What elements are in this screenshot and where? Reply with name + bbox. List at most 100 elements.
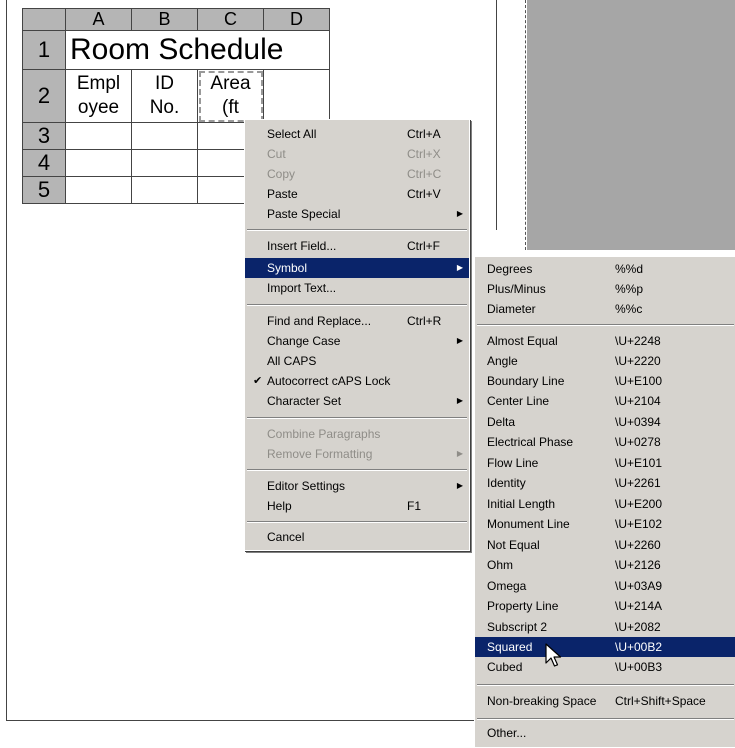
symbol-item-cubed[interactable]: Cubed \U+00B3 [475,657,735,677]
menu-item-shortcut: Ctrl+A [407,127,441,141]
col-header-a[interactable]: A [65,8,132,31]
symbol-item-plus-minus[interactable]: Plus/Minus %%p [475,279,735,299]
header-cell-d[interactable] [263,69,330,123]
menu-item-label: Select All [267,127,317,141]
menu-item-label: All CAPS [267,354,317,368]
symbol-item-diameter[interactable]: Diameter %%c [475,299,735,319]
menu-separator [477,324,734,326]
header-area-line1: Area [210,73,251,94]
symbol-item-center-line[interactable]: Center Line \U+2104 [475,391,735,411]
table-cell[interactable] [65,122,132,150]
symbol-code: %%c [615,302,643,316]
table-cell[interactable] [65,176,132,204]
menu-item-copy[interactable]: Copy Ctrl+C [245,164,469,184]
menu-separator [477,718,734,720]
menu-item-remove-formatting[interactable]: Remove Formatting ▶ [245,444,469,464]
submenu-arrow-icon: ▶ [456,396,463,405]
header-id-line2: No. [149,97,180,118]
symbol-code: \U+2260 [615,538,661,552]
submenu-arrow-icon: ▶ [456,336,463,345]
col-header-c[interactable]: C [197,8,264,31]
menu-item-combine-paragraphs[interactable]: Combine Paragraphs [245,424,469,444]
header-cell-employee[interactable]: Empl oyee [65,69,132,123]
col-header-b[interactable]: B [131,8,198,31]
row-header-5[interactable]: 5 [22,176,66,204]
menu-item-all-caps[interactable]: All CAPS [245,351,469,371]
menu-item-editor-settings[interactable]: Editor Settings ▶ [245,476,469,496]
symbol-item-electrical-phase[interactable]: Electrical Phase \U+0278 [475,432,735,452]
menu-item-change-case[interactable]: Change Case ▶ [245,331,469,351]
header-id-line1: ID [155,73,174,94]
table-cell[interactable] [131,122,198,150]
table-cell[interactable] [131,176,198,204]
symbol-item-subscript-2[interactable]: Subscript 2 \U+2082 [475,617,735,637]
header-employee-line1: Empl [76,73,121,94]
symbol-code: \U+214A [615,599,663,613]
menu-item-cancel[interactable]: Cancel [245,527,469,547]
table-corner-cell [22,8,66,31]
menu-item-paste[interactable]: Paste Ctrl+V [245,184,469,204]
menu-item-import-text[interactable]: Import Text... [245,278,469,298]
symbol-label: Ohm [487,558,514,572]
symbol-item-angle[interactable]: Angle \U+2220 [475,351,735,371]
table-cell[interactable] [131,149,198,177]
symbol-item-other[interactable]: Other... [475,723,735,743]
menu-item-autocorrect-caps-lock[interactable]: ✔ Autocorrect cAPS Lock [245,371,469,391]
symbol-code: \U+00B2 [615,640,663,654]
frame-border-left [6,0,7,720]
row-header-1[interactable]: 1 [22,30,66,70]
symbol-item-boundary-line[interactable]: Boundary Line \U+E100 [475,371,735,391]
row-header-4[interactable]: 4 [22,149,66,177]
symbol-code: \U+0394 [615,415,661,429]
symbol-item-ohm[interactable]: Ohm \U+2126 [475,555,735,575]
table-cell[interactable] [65,149,132,177]
symbol-label: Initial Length [487,497,556,511]
symbol-submenu: Degrees %%d Plus/Minus %%p Diameter %%c Alm… [474,256,735,748]
symbol-label: Monument Line [487,517,570,531]
symbol-item-initial-length[interactable]: Initial Length \U+E200 [475,494,735,514]
symbol-code: \U+E101 [615,456,663,470]
menu-item-help[interactable]: Help F1 [245,496,469,516]
frame-border-mid [496,0,497,230]
menu-item-label: Editor Settings [267,479,346,493]
menu-item-paste-special[interactable]: Paste Special ▶ [245,204,469,224]
col-header-d[interactable]: D [263,8,330,31]
menu-item-symbol[interactable]: Symbol ▶ [245,258,469,278]
symbol-label: Identity [487,476,526,490]
row-header-2[interactable]: 2 [22,69,66,123]
menu-item-label: Character Set [267,394,342,408]
symbol-code: \U+00B3 [615,660,663,674]
menu-item-label: Cancel [267,530,305,544]
symbol-item-almost-equal[interactable]: Almost Equal \U+2248 [475,331,735,351]
symbol-item-non-breaking-space[interactable]: Non-breaking Space Ctrl+Shift+Space [475,691,735,711]
table-title-cell[interactable]: Room Schedule [65,30,330,70]
symbol-item-monument-line[interactable]: Monument Line \U+E102 [475,514,735,534]
menu-item-character-set[interactable]: Character Set ▶ [245,391,469,411]
symbol-label: Squared [487,640,533,654]
menu-item-label: Autocorrect cAPS Lock [267,374,391,388]
symbol-label: Not Equal [487,538,540,552]
symbol-code: \U+2126 [615,558,661,572]
symbol-item-identity[interactable]: Identity \U+2261 [475,473,735,493]
menu-separator [247,521,467,523]
menu-item-label: Find and Replace... [267,314,372,328]
symbol-code: \U+E200 [615,497,663,511]
menu-item-insert-field[interactable]: Insert Field... Ctrl+F [245,236,469,256]
header-cell-id[interactable]: ID No. [131,69,198,123]
menu-item-find-replace[interactable]: Find and Replace... Ctrl+R [245,311,469,331]
viewport-dashed-border [525,0,526,250]
symbol-item-omega[interactable]: Omega \U+03A9 [475,576,735,596]
symbol-item-flow-line[interactable]: Flow Line \U+E101 [475,453,735,473]
symbol-item-property-line[interactable]: Property Line \U+214A [475,596,735,616]
symbol-item-degrees[interactable]: Degrees %%d [475,259,735,279]
row-header-3[interactable]: 3 [22,122,66,150]
symbol-code: Ctrl+Shift+Space [615,694,706,708]
header-cell-area[interactable]: Area (ft [197,69,264,123]
symbol-item-delta[interactable]: Delta \U+0394 [475,412,735,432]
symbol-item-squared[interactable]: Squared \U+00B2 [475,637,735,657]
menu-item-select-all[interactable]: Select All Ctrl+A [245,124,469,144]
symbol-code: \U+2261 [615,476,661,490]
menu-item-label: Copy [267,167,296,181]
symbol-item-not-equal[interactable]: Not Equal \U+2260 [475,535,735,555]
menu-item-cut[interactable]: Cut Ctrl+X [245,144,469,164]
